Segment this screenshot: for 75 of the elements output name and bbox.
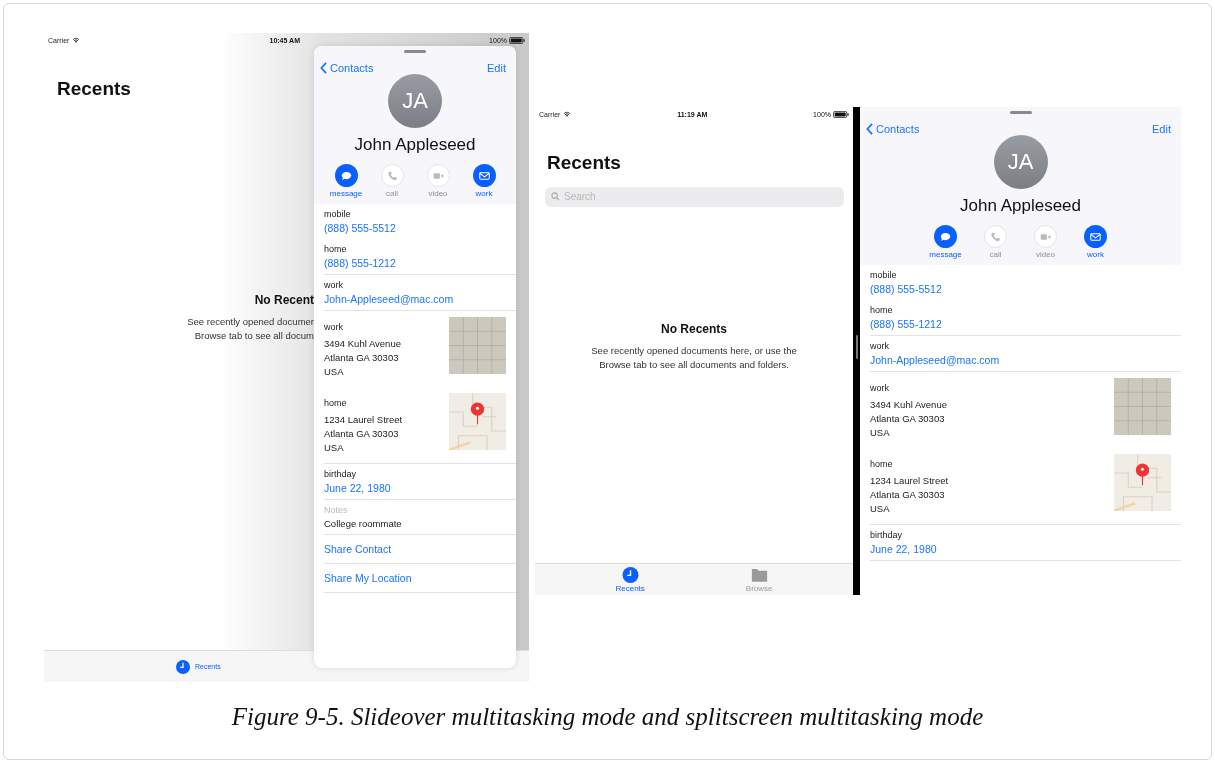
field-label: work — [324, 322, 343, 332]
edit-button[interactable]: Edit — [487, 62, 506, 74]
action-button[interactable]: video — [1028, 225, 1063, 259]
field-value-link[interactable]: June 22, 1980 — [324, 482, 506, 494]
action-button[interactable]: work — [1078, 225, 1113, 259]
field-label: mobile — [870, 270, 898, 280]
empty-state-title: No Recents — [660, 322, 728, 336]
avatar-circle: JA — [993, 135, 1048, 189]
contact-name: John Appleseed — [960, 196, 1081, 216]
action-button[interactable]: video — [421, 164, 455, 198]
notes-text: College roommate — [324, 518, 403, 529]
empty-state-title: No Recent — [253, 293, 314, 307]
field-label: work — [870, 383, 889, 393]
battery-icon — [833, 110, 849, 118]
video-camera-icon — [1040, 231, 1051, 242]
figure-caption: Figure 9-5. Slideover multitasking mode and splitscreen multitasking mode — [230, 703, 985, 731]
action-button[interactable]: message — [928, 225, 963, 259]
folder-icon — [750, 566, 768, 583]
field-value-link[interactable]: (888) 555-1212 — [870, 318, 1171, 330]
field-label: work — [870, 341, 890, 351]
notes-label: Notes — [324, 505, 349, 515]
empty-state-message: See recently opened documer Browse tab to see all docum — [186, 315, 314, 343]
field-label: birthday — [870, 530, 904, 540]
field-label: mobile — [324, 209, 352, 219]
back-button[interactable]: Contacts — [320, 62, 374, 74]
speech-bubble-icon — [940, 231, 951, 242]
address-text: 3494 Kuhl Avenue Atlanta GA 30303 USA — [324, 337, 401, 379]
clock-icon — [621, 566, 639, 583]
field-value-link[interactable]: (888) 555-1212 — [324, 257, 506, 269]
battery-icon — [509, 36, 525, 44]
field-value-link[interactable]: June 22, 1980 — [870, 543, 1171, 555]
envelope-icon — [478, 170, 490, 181]
field-value-link[interactable]: John-Appleseed@mac.com — [870, 354, 1171, 366]
action-button[interactable]: call — [375, 164, 409, 198]
phone-icon — [990, 231, 1001, 242]
action-button[interactable]: call — [978, 225, 1013, 259]
address-text: 1234 Laurel Street Atlanta GA 30303 USA — [870, 474, 949, 516]
field-label: home — [870, 459, 893, 469]
field-value-link[interactable]: (888) 555-5512 — [324, 222, 506, 234]
action-link[interactable]: Share Contact — [324, 543, 516, 555]
field-label: work — [324, 280, 344, 290]
action-button[interactable]: message — [329, 164, 363, 198]
edit-button[interactable]: Edit — [1152, 123, 1171, 135]
avatar-circle: JA — [388, 74, 442, 128]
chevron-left-icon — [866, 123, 873, 135]
clock-icon — [176, 659, 190, 674]
page-title: Recents — [57, 78, 132, 100]
drag-handle[interactable] — [855, 335, 858, 359]
field-value-link[interactable]: John-Appleseed@mac.com — [324, 293, 506, 305]
speech-bubble-icon — [340, 170, 352, 181]
chevron-left-icon — [320, 62, 327, 74]
address-text: 3494 Kuhl Avenue Atlanta GA 30303 USA — [870, 398, 947, 440]
wifi-icon — [72, 37, 81, 43]
envelope-icon — [1090, 231, 1101, 242]
tab[interactable]: Recents — [611, 564, 649, 595]
back-button[interactable]: Contacts — [866, 123, 920, 135]
map-thumbnail[interactable] — [449, 393, 506, 450]
grabber-handle[interactable] — [1009, 111, 1032, 114]
field-label: home — [870, 305, 894, 315]
wifi-icon — [563, 111, 572, 117]
field-label: birthday — [324, 469, 358, 479]
video-camera-icon — [432, 170, 444, 181]
contact-name: John Appleseed — [354, 135, 476, 155]
action-link[interactable]: Share My Location — [324, 572, 516, 584]
page-title: Recents — [547, 152, 622, 174]
phone-icon — [386, 170, 398, 181]
address-text: 1234 Laurel Street Atlanta GA 30303 USA — [324, 413, 403, 455]
grabber-handle[interactable] — [404, 50, 426, 53]
map-thumbnail[interactable] — [1114, 454, 1171, 511]
action-button[interactable]: work — [467, 164, 501, 198]
field-value-link[interactable]: (888) 555-5512 — [870, 283, 1171, 295]
empty-state-message: See recently opened documents here, or use the Browse tab to see all documents and folders. — [590, 344, 798, 372]
field-label: home — [324, 398, 347, 408]
field-label: home — [324, 244, 348, 254]
tab[interactable]: Browse — [741, 564, 777, 595]
